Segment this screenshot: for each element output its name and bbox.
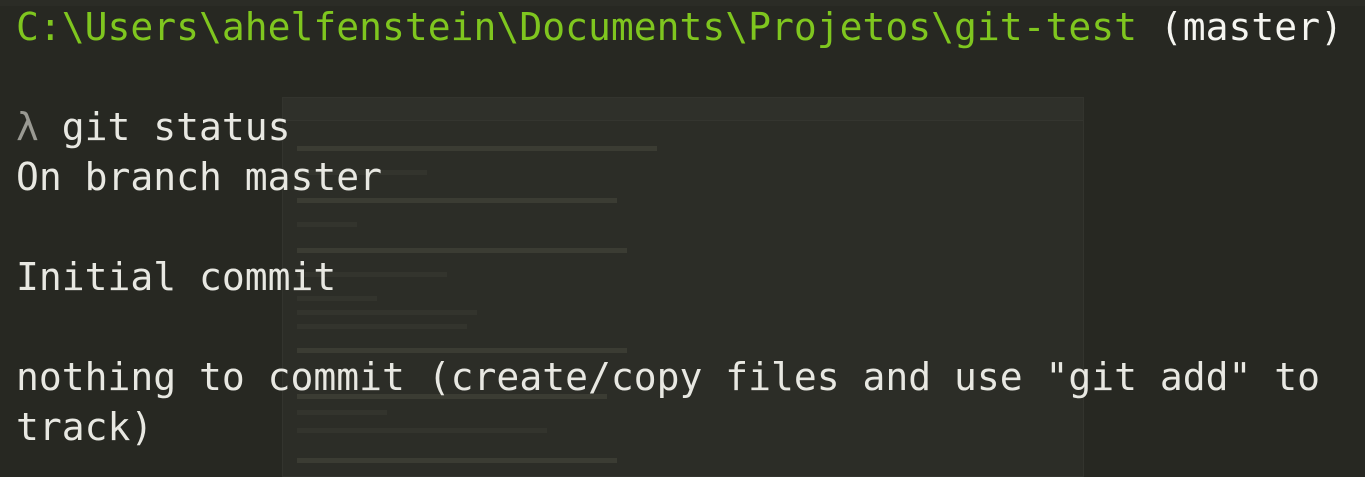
output-line: nothing to commit (create/copy files and… <box>16 355 1321 399</box>
output-line: track) <box>16 405 154 449</box>
terminal-content: C:\Users\ahelfenstein\Documents\Projetos… <box>16 2 1355 452</box>
prompt-path: C:\Users\ahelfenstein\Documents\Projetos… <box>16 5 1138 49</box>
lambda-prompt-icon: λ <box>16 105 39 149</box>
ghost-text-line <box>297 458 617 463</box>
command-text: git status <box>61 105 291 149</box>
prompt-line: C:\Users\ahelfenstein\Documents\Projetos… <box>16 2 1355 52</box>
output-line: Initial commit <box>16 255 337 299</box>
output-line: On branch master <box>16 155 383 199</box>
terminal-window[interactable]: C:\Users\ahelfenstein\Documents\Projetos… <box>0 0 1365 477</box>
command-line[interactable]: λ git status <box>16 102 1355 152</box>
prompt-branch: (master) <box>1159 5 1343 49</box>
